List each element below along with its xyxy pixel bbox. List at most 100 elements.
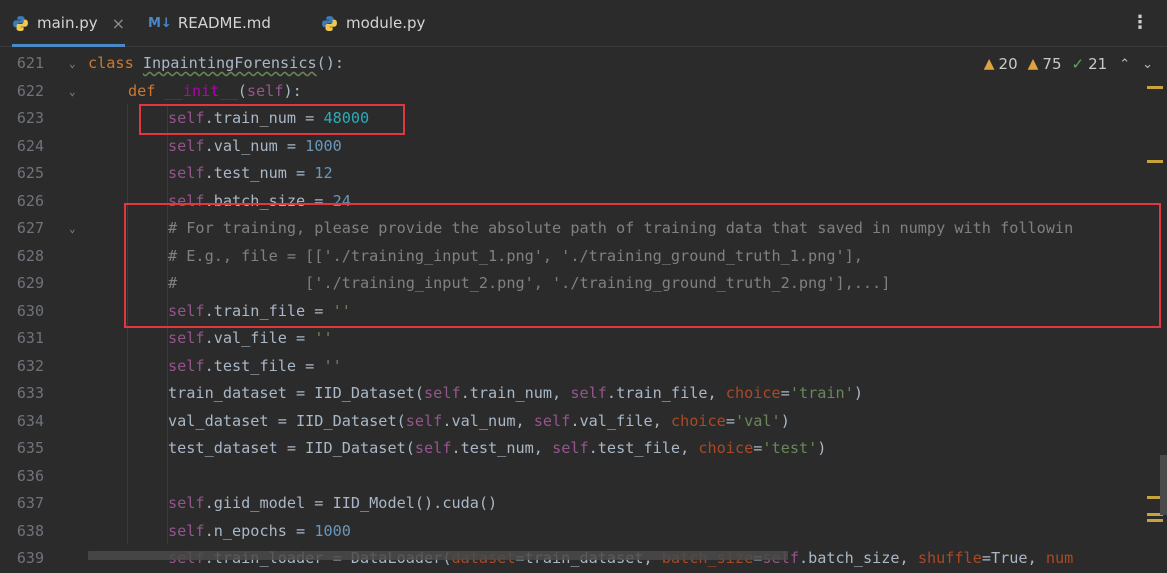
code-text: test_dataset = IID_Dataset(self.test_num… [168,435,826,463]
tab-readme-md[interactable]: M↓ README.md [148,0,271,46]
close-icon[interactable]: × [112,14,125,33]
number-literal: 1000 [305,136,342,155]
code-token: ) [780,411,790,430]
line-number: 629 [16,274,44,292]
self-keyword: self [168,164,205,182]
tab-label: main.py [37,14,98,32]
tab-main-py[interactable]: main.py × [12,0,126,47]
line-number: 630 [16,301,44,320]
keyword-argument: choice [725,384,781,402]
code-line: 634 val_dataset = IID_Dataset(self.val_n… [0,408,1167,436]
code-line: 637 self.giid_model = IID_Model().cuda() [0,490,1167,518]
code-text: def __init__(self): [128,78,302,106]
code-token: train_dataset = IID_Dataset( [168,384,425,402]
fold-chevron-icon[interactable]: ⌄ [69,215,76,243]
code-token: .val_num = [204,136,306,155]
self-keyword: self [168,521,205,540]
line-number: 636 [16,466,44,485]
keyword: class [88,54,143,72]
horizontal-scrollbar-thumb[interactable] [88,551,788,560]
code-token: = [725,411,735,430]
code-token: test_dataset = IID_Dataset( [168,439,415,457]
line-number: 627 [16,219,44,237]
editor-tab-bar: main.py × M↓ README.md module.py ⋮ [0,0,1167,47]
number-literal: 12 [314,164,333,182]
code-token: .train_file, [606,384,726,402]
self-keyword: self [533,411,571,430]
line-number: 628 [16,246,44,265]
code-line: 621 ⌄ class InpaintingForensics(): [0,50,1167,78]
code-line: 636 [0,463,1167,491]
code-token: val_dataset = IID_Dataset( [168,411,406,430]
self-keyword: self [405,411,443,430]
code-text: class InpaintingForensics(): [88,50,344,78]
line-number: 623 [16,109,44,127]
code-line: 635 test_dataset = IID_Dataset( self.test… [0,435,1167,463]
code-token: ) [853,384,863,402]
string-literal: 'val' [734,411,781,430]
string-literal: 'train' [789,384,854,402]
code-token: ( [237,81,247,100]
self-keyword: self [168,329,205,347]
code-line: 631 self.val_file = '' [0,325,1167,353]
code-token: .test_file, [588,439,699,457]
self-keyword: self [246,81,284,100]
string-literal: 'test' [762,439,818,457]
number-literal: 1000 [314,521,351,540]
code-token: .n_epochs = [204,521,315,540]
code-token: .giid_model = IID_Model().cuda() [204,494,498,512]
code-text: self.val_num = 1000 [168,133,342,161]
string-literal: '' [323,356,342,375]
line-number: 621 [16,54,44,72]
line-number: 635 [16,439,44,457]
code-line: 622 ⌄ def __init__(self): [0,78,1167,106]
self-keyword: self [168,494,205,512]
code-text: self.test_num = 12 [168,160,333,188]
code-line: 633 train_dataset = IID_Dataset(self.tra… [0,380,1167,408]
vertical-scrollbar-thumb[interactable] [1160,455,1167,515]
code-text: val_dataset = IID_Dataset(self.val_num, … [168,408,790,436]
code-text: self.test_file = '' [168,353,342,381]
code-text: self.giid_model = IID_Model().cuda() [168,490,497,518]
keyword-argument: choice [698,439,754,457]
python-icon [322,15,337,31]
tab-module-py[interactable]: module.py [321,0,425,46]
line-number: 639 [16,549,44,567]
scrollbar-marker[interactable] [1147,86,1163,89]
scrollbar-marker[interactable] [1147,519,1163,522]
keyword-argument: shuffle [917,549,982,567]
tab-label: module.py [346,14,426,32]
code-token: (): [316,54,345,72]
more-options-icon[interactable]: ⋮ [1131,12,1149,33]
tab-label: README.md [177,14,271,32]
fold-chevron-icon[interactable]: ⌄ [69,50,76,78]
line-number: 633 [16,384,44,402]
line-number: 632 [16,356,44,375]
self-keyword: self [424,384,461,402]
class-name: InpaintingForensics [142,54,317,72]
code-token: .train_num, [460,384,571,402]
scrollbar-marker[interactable] [1147,160,1163,163]
code-token: .test_num = [204,164,315,182]
code-line: 632 self.test_file = '' [0,353,1167,381]
line-number: 631 [16,329,44,347]
code-token: =True, [981,549,1046,567]
self-keyword: self [570,384,607,402]
line-number: 622 [16,81,44,100]
code-token: = [780,384,790,402]
code-line: 624 self.val_num = 1000 [0,133,1167,161]
code-token: .val_num, [442,411,534,430]
code-line: 625 self.test_num = 12 [0,160,1167,188]
python-icon [13,15,28,31]
keyword: def [128,81,165,100]
self-keyword: self [552,439,589,457]
code-text: train_dataset = IID_Dataset(self.train_n… [168,380,863,408]
line-number: 626 [16,191,44,210]
self-keyword: self [168,136,205,155]
code-token: .test_file = [204,356,324,375]
line-number: 634 [16,411,44,430]
line-number: 637 [16,494,44,512]
code-text: self.val_file = '' [168,325,333,353]
fold-chevron-icon[interactable]: ⌄ [69,78,76,106]
line-number: 625 [16,164,44,182]
